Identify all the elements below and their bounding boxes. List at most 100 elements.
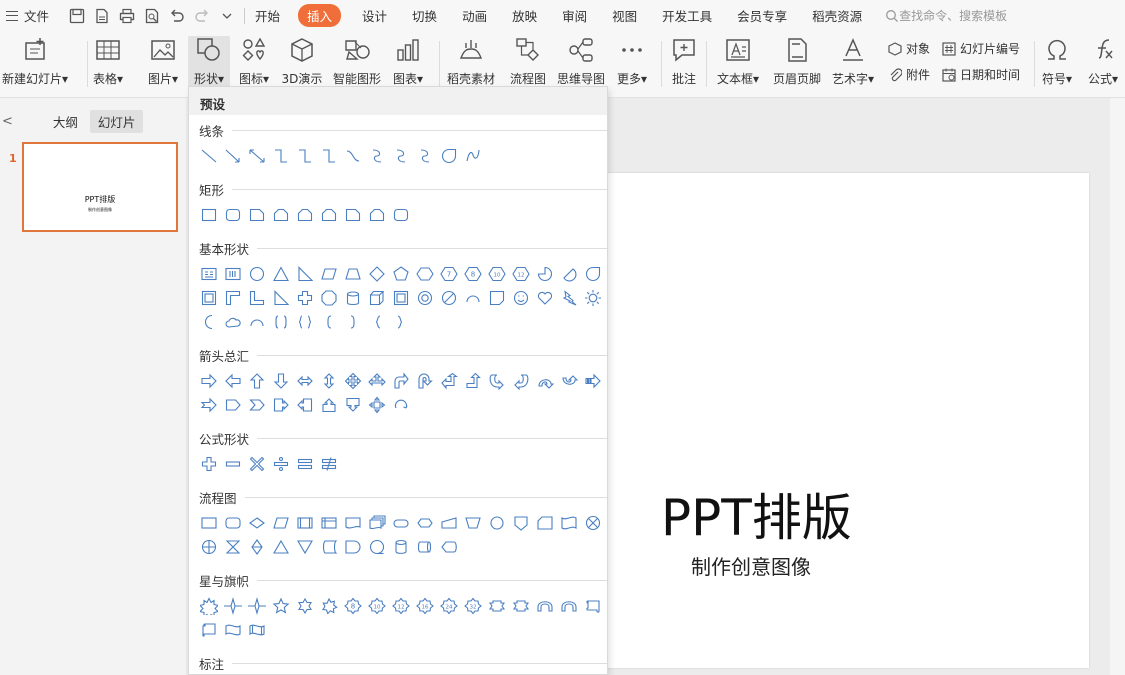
shape-curvl-icon[interactable] [509,369,533,393]
shape-snip2-icon[interactable] [317,203,341,227]
shape-dcall-icon[interactable] [341,393,365,417]
tab-outline[interactable]: 大纲 [45,110,86,133]
shape-lbr-icon[interactable] [317,310,341,334]
shape-mag-icon[interactable] [389,535,413,559]
slide-title[interactable]: PPT排版 [661,478,852,550]
tab-2[interactable]: 设计 [362,6,387,25]
shape-vtext-icon[interactable] [221,262,245,286]
shape-snip-icon[interactable] [341,203,365,227]
shape-sun-icon[interactable] [581,286,605,310]
shape-stored-icon[interactable] [317,535,341,559]
shape-scroll-icon[interactable] [581,594,605,618]
shape-elbow-icon[interactable] [269,144,293,168]
shape-rbr-icon[interactable] [341,310,365,334]
shape-arc-icon[interactable] [245,310,269,334]
shape-heart-icon[interactable] [533,286,557,310]
shape-smile-icon[interactable] [509,286,533,310]
shape-striped-icon[interactable] [581,369,605,393]
print-preview-icon[interactable] [143,7,161,25]
shape-merge-icon[interactable] [293,535,317,559]
shape-tear-icon[interactable] [581,262,605,286]
shape-star4-icon[interactable] [245,594,269,618]
shape-arch-icon[interactable] [557,594,581,618]
shape-n12-icon[interactable]: 12 [389,594,413,618]
shape-arch-icon[interactable] [533,594,557,618]
shape-frame-icon[interactable] [197,286,221,310]
shape-n10-icon[interactable]: 10 [365,594,389,618]
ribbon-button-13[interactable]: 文本框▾ [708,36,768,92]
ribbon-button-0[interactable]: 新建幻灯片▾ [2,36,68,92]
shape-ra-icon[interactable] [197,369,221,393]
print-icon[interactable] [118,7,136,25]
shape-arrowline-icon[interactable] [221,144,245,168]
shape-rtri-icon[interactable] [293,262,317,286]
shape-rbrace-icon[interactable] [389,310,413,334]
shape-snip2-icon[interactable] [365,203,389,227]
shape-process-icon[interactable] [197,511,221,535]
shape-rect-icon[interactable] [197,203,221,227]
shape-scurve-icon[interactable] [413,144,437,168]
tab-7[interactable]: 视图 [612,6,637,25]
shape-snip2-icon[interactable] [269,203,293,227]
vertical-scrollbar[interactable] [1110,98,1125,675]
collapse-pane-icon[interactable]: < [2,114,13,129]
shape-para-icon[interactable] [317,262,341,286]
tab-4[interactable]: 动画 [462,6,487,25]
shape-circle-icon[interactable] [245,262,269,286]
ribbon-button-9[interactable]: 流程图 [498,36,558,92]
shape-arc-icon[interactable] [461,286,485,310]
shape-uturn-icon[interactable] [413,369,437,393]
tab-6[interactable]: 审阅 [562,6,587,25]
shape-manop-icon[interactable] [461,511,485,535]
shape-bentup-icon[interactable] [461,369,485,393]
shape-rtri-icon[interactable] [269,286,293,310]
shape-ribbon-icon[interactable] [485,594,509,618]
tab-9[interactable]: 会员专享 [737,6,787,25]
shape-circarr-icon[interactable] [389,393,413,417]
slide[interactable]: PPT排版 制作创意图像 [565,173,1089,668]
shape-exp-icon[interactable] [197,594,221,618]
shape-term-icon[interactable] [389,511,413,535]
slide-thumbnail[interactable]: PPT排版 制作创意图像 [22,142,178,232]
shape-pie-icon[interactable] [533,262,557,286]
shape-nosym-icon[interactable] [437,286,461,310]
shape-tri3-icon[interactable] [365,369,389,393]
shape-ucall-icon[interactable] [317,393,341,417]
tab-5[interactable]: 放映 [512,6,537,25]
shape-la-icon[interactable] [221,369,245,393]
slide-subtitle[interactable]: 制作创意图像 [691,551,811,580]
shape-uda-icon[interactable] [317,369,341,393]
tab-0[interactable]: 开始 [255,6,280,25]
shape-braces-icon[interactable] [293,310,317,334]
shape-wave-icon[interactable] [221,618,245,642]
shape-lra-icon[interactable] [293,369,317,393]
shape-star7-icon[interactable] [317,594,341,618]
shape-n10-icon[interactable]: 10 [485,262,509,286]
shape-star4-icon[interactable] [221,594,245,618]
shape-doc-icon[interactable] [341,511,365,535]
shape-curvu-icon[interactable] [533,369,557,393]
shape-lup-icon[interactable] [437,369,461,393]
shape-prep-icon[interactable] [413,511,437,535]
ribbon-button-8[interactable]: 稻壳素材 [441,36,501,92]
tab-1[interactable]: 插入 [298,4,342,27]
shape-star5-icon[interactable] [269,594,293,618]
shape-curve-icon[interactable] [341,144,365,168]
shape-orj-icon[interactable] [197,535,221,559]
ribbon-button-12[interactable]: 批注 [654,36,714,92]
shape-line-icon[interactable] [197,144,221,168]
shape-curvd-icon[interactable] [557,369,581,393]
shape-display-icon[interactable] [437,535,461,559]
shape-dwave-icon[interactable] [245,618,269,642]
shape-textbox-icon[interactable] [197,262,221,286]
ribbon-button-2[interactable]: 图片▾ [133,36,193,92]
attachment-button[interactable]: 附件 [888,66,930,83]
tab-slides[interactable]: 幻灯片 [89,110,144,133]
shape-qa4-icon[interactable] [341,369,365,393]
tab-3[interactable]: 切换 [412,6,437,25]
shape-multidoc-icon[interactable] [365,511,389,535]
shape-plus-icon[interactable] [197,452,221,476]
shape-tri-icon[interactable] [269,262,293,286]
datetime-button[interactable]: 日期和时间 [942,66,1020,83]
shape-donut-icon[interactable] [413,286,437,310]
